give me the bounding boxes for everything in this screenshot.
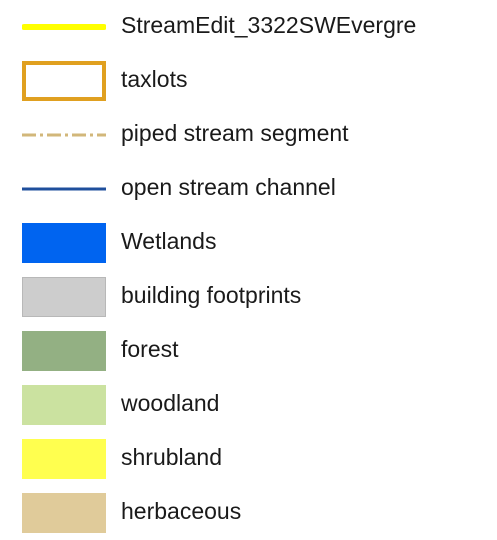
legend-item-shrubland: shrubland [0, 432, 497, 486]
legend-item-piped-stream: piped stream segment [0, 108, 497, 162]
legend-label-streamedit: StreamEdit_3322SWEvergre [121, 12, 417, 38]
legend-item-herbaceous: herbaceous [0, 486, 497, 540]
forest-swatch-icon [22, 331, 106, 371]
woodland-swatch-icon [22, 385, 106, 425]
outline-box-symbol-icon [22, 61, 106, 101]
legend-label-shrubland: shrubland [121, 444, 223, 470]
building-swatch-icon [22, 277, 106, 317]
legend-item-wetlands: Wetlands [0, 216, 497, 270]
legend-label-forest: forest [121, 336, 179, 362]
blue-line-symbol-icon [22, 169, 106, 209]
legend-item-building-footprints: building footprints [0, 270, 497, 324]
herbaceous-swatch-icon [22, 493, 106, 533]
legend-label-piped-stream: piped stream segment [121, 120, 349, 146]
legend-item-streamedit: StreamEdit_3322SWEvergre [0, 0, 497, 54]
wetlands-swatch-icon [22, 223, 106, 263]
legend-item-open-stream: open stream channel [0, 162, 497, 216]
shrubland-swatch-icon [22, 439, 106, 479]
legend-label-wetlands: Wetlands [121, 228, 217, 254]
legend-label-woodland: woodland [121, 390, 220, 416]
legend-item-taxlots: taxlots [0, 54, 497, 108]
legend-label-open-stream: open stream channel [121, 174, 336, 200]
legend-label-building-footprints: building footprints [121, 282, 302, 308]
legend-item-woodland: woodland [0, 378, 497, 432]
dash-dot-line-symbol-icon [22, 115, 106, 155]
legend-item-forest: forest [0, 324, 497, 378]
map-legend: StreamEdit_3322SWEvergre taxlots piped s… [0, 0, 497, 533]
legend-label-taxlots: taxlots [121, 66, 188, 92]
yellow-line-symbol-icon [22, 7, 106, 47]
legend-label-herbaceous: herbaceous [121, 498, 242, 524]
